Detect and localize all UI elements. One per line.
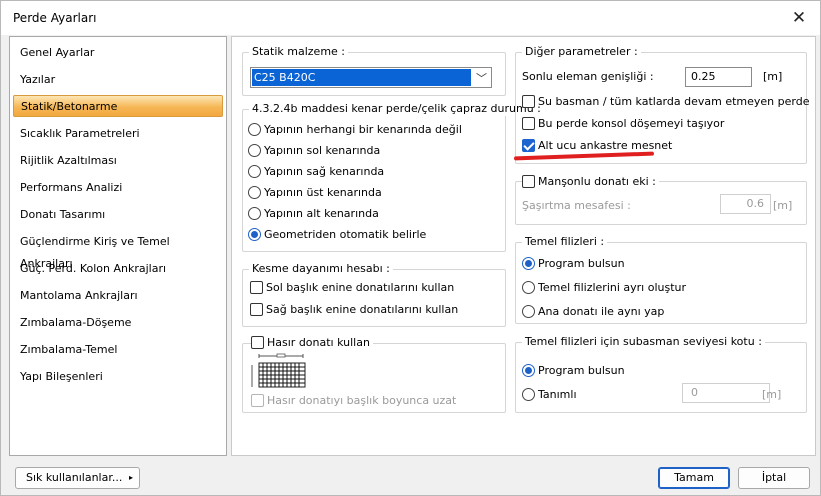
group-kesme-dayanimi: Kesme dayanımı hesabı : <box>242 262 506 327</box>
radio-label: Yapının sağ kenarında <box>264 165 385 178</box>
radio-label: Program bulsun <box>538 364 625 377</box>
checkbox-label: Alt ucu ankastre mesnet <box>538 139 673 152</box>
checkbox-icon[interactable] <box>522 117 535 130</box>
radio-selected-icon[interactable] <box>248 228 261 241</box>
radio-label: Yapının herhangi bir kenarında değil <box>264 123 462 136</box>
sidebar-item-rijitlik[interactable]: Rijitlik Azaltılması <box>13 150 223 172</box>
settings-panel: Statik malzeme : C25 B420C ﹀ 4.3.2.4b ma… <box>231 36 816 456</box>
checkbox-icon[interactable] <box>522 95 535 108</box>
radio-icon[interactable] <box>522 388 535 401</box>
radio-label: Geometriden otomatik belirle <box>264 228 427 241</box>
radio-kenar-herhangi[interactable]: Yapının herhangi bir kenarında değil <box>248 122 462 138</box>
radio-kenar-sag[interactable]: Yapının sağ kenarında <box>248 164 384 180</box>
sidebar-item-statik-betonarme[interactable]: Statik/Betonarme <box>13 95 223 117</box>
group-title: Temel filizleri için subasman seviyesi k… <box>522 335 765 349</box>
radio-icon[interactable] <box>248 186 261 199</box>
checkbox-label: Bu perde konsol döşemeyi taşıyor <box>538 117 725 130</box>
checkbox-icon[interactable] <box>251 394 264 407</box>
radio-icon[interactable] <box>248 207 261 220</box>
favorites-label: Sık kullanılanlar... <box>26 471 123 484</box>
chevron-down-icon[interactable]: ﹀ <box>476 70 487 86</box>
title-bar: Perde Ayarları ✕ <box>1 1 820 35</box>
sidebar-item-donati-tasarimi[interactable]: Donatı Tasarımı <box>13 204 223 226</box>
checkbox-label: Manşonlu donatı eki : <box>538 175 656 188</box>
checkbox-label: Su basman / tüm katlarda devam etmeyen p… <box>538 95 810 108</box>
checkbox-label: Hasır donatıyı başlık boyunca uzat <box>267 394 457 407</box>
radio-temel-ana[interactable]: Ana donatı ile aynı yap <box>522 304 664 320</box>
chevron-right-icon: ▸ <box>128 473 133 482</box>
radio-subasman-program[interactable]: Program bulsun <box>522 363 625 379</box>
check-sag-baslik[interactable]: Sağ başlık enine donatılarını kullan <box>250 302 458 318</box>
fe-width-unit: [m] <box>763 70 783 83</box>
checkbox-icon[interactable] <box>250 303 263 316</box>
radio-kenar-sol[interactable]: Yapının sol kenarında <box>248 143 380 159</box>
group-title: Temel filizleri : <box>522 235 608 249</box>
sidebar-item-genel-ayarlar[interactable]: Genel Ayarlar <box>13 42 223 64</box>
checkbox-icon[interactable] <box>251 336 264 349</box>
check-su-basman[interactable]: Su basman / tüm katlarda devam etmeyen p… <box>522 94 809 110</box>
radio-temel-ayri[interactable]: Temel filizlerini ayrı oluştur <box>522 280 686 296</box>
material-select[interactable]: C25 B420C ﹀ <box>250 67 492 88</box>
radio-icon[interactable] <box>248 123 261 136</box>
subasman-unit: [m] <box>762 388 782 401</box>
radio-selected-icon[interactable] <box>522 364 535 377</box>
shift-label: Şaşırtma mesafesi : <box>522 199 631 212</box>
sidebar-item-guc-perd-kolon[interactable]: Güç. Perd. Kolon Ankrajları <box>13 258 223 280</box>
checkbox-icon[interactable] <box>522 175 535 188</box>
favorites-button[interactable]: Sık kullanılanlar... ▸ <box>15 467 140 489</box>
radio-label: Program bulsun <box>538 257 625 270</box>
radio-icon[interactable] <box>248 144 261 157</box>
fe-width-input[interactable]: 0.25 <box>685 67 752 87</box>
checkbox-label: Sağ başlık enine donatılarını kullan <box>266 303 459 316</box>
sidebar-item-yapi-bilesenleri[interactable]: Yapı Bileşenleri <box>13 366 223 388</box>
radio-icon[interactable] <box>522 281 535 294</box>
close-icon[interactable]: ✕ <box>786 7 812 29</box>
shift-input[interactable]: 0.6 <box>720 194 771 214</box>
checkbox-label: Sol başlık enine donatılarını kullan <box>266 281 455 294</box>
sidebar-item-guclendirme[interactable]: Güçlendirme Kiriş ve Temel Ankrajları <box>13 231 223 270</box>
cancel-button[interactable]: İptal <box>738 467 810 489</box>
check-hasir-uzat[interactable]: Hasır donatıyı başlık boyunca uzat <box>251 393 456 409</box>
radio-subasman-tanimli[interactable]: Tanımlı <box>522 387 577 403</box>
group-title: Kesme dayanımı hesabı : <box>249 262 393 276</box>
radio-label: Yapının sol kenarında <box>264 144 381 157</box>
radio-selected-icon[interactable] <box>522 257 535 270</box>
radio-temel-program[interactable]: Program bulsun <box>522 256 625 272</box>
check-konsol[interactable]: Bu perde konsol döşemeyi taşıyor <box>522 116 724 132</box>
ok-button[interactable]: Tamam <box>658 467 730 489</box>
radio-kenar-alt[interactable]: Yapının alt kenarında <box>248 206 379 222</box>
check-mansonlu[interactable]: Manşonlu donatı eki : <box>522 174 659 190</box>
sidebar-item-zimbalama-temel[interactable]: Zımbalama-Temel <box>13 339 223 361</box>
radio-label: Yapının alt kenarında <box>264 207 379 220</box>
sidebar-item-performans[interactable]: Performans Analizi <box>13 177 223 199</box>
group-title: Diğer parametreler : <box>522 45 641 59</box>
sidebar-item-mantolama[interactable]: Mantolama Ankrajları <box>13 285 223 307</box>
radio-label: Tanımlı <box>538 388 577 401</box>
mesh-rebar-icon <box>251 353 306 388</box>
radio-kenar-otomatik[interactable]: Geometriden otomatik belirle <box>248 227 426 243</box>
radio-label: Yapının üst kenarında <box>264 186 382 199</box>
fe-width-label: Sonlu eleman genişliği : <box>522 70 654 83</box>
sidebar-item-yazilar[interactable]: Yazılar <box>13 69 223 91</box>
checkbox-label: Hasır donatı kullan <box>267 336 370 349</box>
group-title: Statik malzeme : <box>249 45 349 59</box>
radio-icon[interactable] <box>522 305 535 318</box>
sidebar-item-zimbalama-doseme[interactable]: Zımbalama-Döşeme <box>13 312 223 334</box>
checkbox-icon[interactable] <box>250 281 263 294</box>
check-sol-baslik[interactable]: Sol başlık enine donatılarını kullan <box>250 280 454 296</box>
dialog-window: Perde Ayarları ✕ Genel Ayarlar Yazılar S… <box>0 0 821 496</box>
window-title: Perde Ayarları <box>13 11 97 25</box>
sidebar-item-sicaklik[interactable]: Sıcaklık Parametreleri <box>13 123 223 145</box>
settings-sidebar: Genel Ayarlar Yazılar Statik/Betonarme S… <box>9 36 227 456</box>
group-title: 4.3.2.4b maddesi kenar perde/çelik çapra… <box>249 102 544 116</box>
material-value: C25 B420C <box>252 69 471 86</box>
radio-label: Ana donatı ile aynı yap <box>538 305 665 318</box>
checkbox-checked-icon[interactable] <box>522 139 535 152</box>
shift-unit: [m] <box>773 199 793 212</box>
subasman-input[interactable]: 0 <box>682 383 770 403</box>
radio-kenar-ust[interactable]: Yapının üst kenarında <box>248 185 382 201</box>
check-hasir-donati[interactable]: Hasır donatı kullan <box>251 335 373 351</box>
radio-label: Temel filizlerini ayrı oluştur <box>538 281 687 294</box>
radio-icon[interactable] <box>248 165 261 178</box>
